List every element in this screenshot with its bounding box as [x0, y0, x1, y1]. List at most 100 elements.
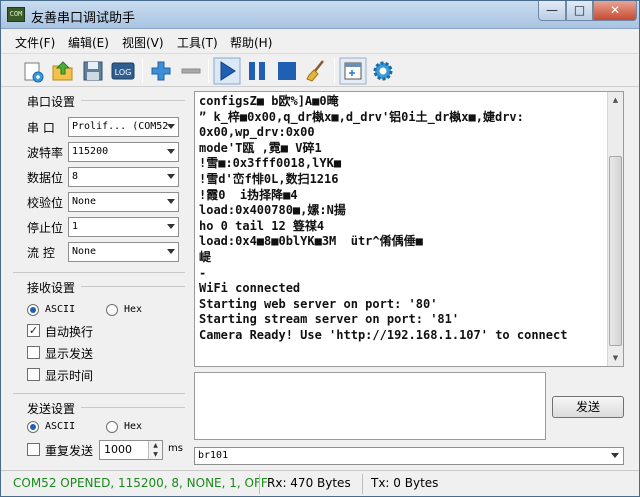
- menu-help[interactable]: 帮助(H): [230, 34, 272, 51]
- group-divider: [81, 100, 185, 101]
- stepper-up-icon[interactable]: ▲: [149, 441, 162, 450]
- receive-line: ho 0 tail 12 簦禖4: [199, 218, 325, 233]
- command-history-select[interactable]: br101: [194, 447, 624, 465]
- chevron-down-icon: [167, 224, 175, 229]
- flow-label: 流 控: [27, 246, 55, 260]
- parity-label: 校验位: [27, 196, 64, 210]
- chevron-down-icon: [167, 249, 175, 254]
- window-title: 友善串口调试助手: [31, 11, 136, 26]
- baud-label: 波特率: [27, 146, 64, 160]
- showtime-label: 显示时间: [45, 369, 94, 383]
- log-icon-label: LOG: [115, 68, 132, 77]
- open-folder-icon[interactable]: [49, 57, 77, 85]
- rx-count: Rx: 470 Bytes: [267, 476, 351, 490]
- showsend-label: 显示发送: [45, 347, 94, 361]
- receive-line: Camera Ready! Use 'http://192.168.1.107'…: [199, 327, 568, 342]
- receive-line: -: [199, 265, 207, 280]
- autowrap-checkbox[interactable]: ✓: [27, 324, 40, 337]
- databits-label: 数据位: [27, 171, 64, 185]
- receive-scrollbar[interactable]: ▲ ▼: [607, 92, 623, 366]
- new-session-icon[interactable]: [19, 57, 47, 85]
- receive-ascii-label: ASCII: [45, 304, 76, 315]
- databits-select-value: 8: [72, 171, 79, 182]
- receive-line: Starting stream server on port: '81': [199, 312, 460, 327]
- menu-tools[interactable]: 工具(T): [177, 34, 218, 51]
- flow-select[interactable]: None: [68, 242, 179, 262]
- repeat-interval-input[interactable]: 1000 ▲ ▼: [99, 440, 163, 460]
- parity-select[interactable]: None: [68, 192, 179, 212]
- status-divider: [362, 474, 363, 494]
- group-divider: [13, 272, 185, 273]
- menu-view[interactable]: 视图(V): [122, 34, 164, 51]
- scroll-thumb[interactable]: [609, 156, 622, 346]
- port-select[interactable]: Prolif... (COM52: [68, 117, 179, 137]
- send-hex-label: Hex: [124, 421, 143, 432]
- status-bar: COM52 OPENED, 115200, 8, NONE, 1, OFF Rx…: [1, 470, 639, 496]
- showtime-checkbox[interactable]: [27, 368, 40, 381]
- pause-icon[interactable]: [243, 57, 271, 85]
- baud-select[interactable]: 115200: [68, 142, 179, 162]
- receive-line: configsZ■ b欧%]A■0晻: [199, 94, 339, 108]
- repeat-interval-value: 1000: [104, 443, 132, 456]
- toolbar: LOG: [1, 53, 639, 87]
- status-divider: [259, 474, 260, 494]
- receive-text: configsZ■ b欧%]A■0晻” k_梓■0x00,q_dr槸x■,d_d…: [199, 94, 604, 344]
- receive-line: !霞0 i㧑择降■4: [199, 187, 298, 202]
- port-select-value: Prolif... (COM52: [72, 121, 169, 132]
- save-icon[interactable]: [79, 57, 107, 85]
- receive-line: 0x00,wp_drv:0x00: [199, 125, 315, 140]
- receive-line: ” k_梓■0x00,q_dr槸x■,d_drv'铝0i土_dr槸x■,婕drv…: [199, 109, 524, 124]
- settings-gear-icon[interactable]: [369, 57, 397, 85]
- menu-edit[interactable]: 编辑(E): [68, 34, 109, 51]
- chevron-down-icon: [167, 149, 175, 154]
- receive-line: !雪■:0x3fff0018,lYK■: [199, 156, 342, 171]
- maximize-button[interactable]: □: [566, 1, 593, 21]
- connection-status: COM52 OPENED, 115200, 8, NONE, 1, OFF: [13, 476, 268, 490]
- stopbits-select-value: 1: [72, 221, 79, 232]
- group-divider: [13, 393, 185, 394]
- send-textarea[interactable]: [194, 372, 546, 440]
- send-hex-radio[interactable]: [106, 421, 118, 433]
- new-window-icon[interactable]: [339, 57, 367, 85]
- send-ascii-radio[interactable]: [27, 421, 39, 433]
- send-ascii-label: ASCII: [45, 421, 76, 432]
- play-icon[interactable]: [213, 57, 241, 85]
- scroll-down-icon[interactable]: ▼: [608, 350, 623, 366]
- toolbar-separator: [334, 59, 335, 83]
- group-divider: [81, 407, 185, 408]
- clear-broom-icon[interactable]: [303, 57, 331, 85]
- interval-stepper[interactable]: ▲ ▼: [148, 441, 162, 459]
- flow-select-value: None: [72, 246, 97, 257]
- repeat-send-checkbox[interactable]: [27, 443, 40, 456]
- scroll-up-icon[interactable]: ▲: [608, 92, 623, 108]
- command-history-value: br101: [198, 450, 229, 461]
- send-button[interactable]: 发送: [552, 396, 624, 418]
- repeat-send-label: 重复发送: [45, 444, 94, 458]
- close-button[interactable]: ✕: [593, 1, 637, 21]
- title-bar[interactable]: COM 友善串口调试助手 — □ ✕: [1, 1, 639, 29]
- remove-icon[interactable]: [177, 57, 205, 85]
- receive-line: load:0x400780■,嫘:N揚: [199, 203, 346, 218]
- receive-ascii-radio[interactable]: [27, 304, 39, 316]
- stepper-down-icon[interactable]: ▼: [149, 450, 162, 459]
- log-icon[interactable]: LOG: [109, 57, 137, 85]
- tx-count: Tx: 0 Bytes: [371, 476, 439, 490]
- receive-line: 崼: [199, 249, 212, 264]
- stopbits-label: 停止位: [27, 221, 64, 235]
- stop-icon[interactable]: [273, 57, 301, 85]
- menu-file[interactable]: 文件(F): [15, 34, 55, 51]
- minimize-button[interactable]: —: [538, 1, 566, 21]
- receive-textarea[interactable]: configsZ■ b欧%]A■0晻” k_梓■0x00,q_dr槸x■,d_d…: [194, 91, 624, 367]
- stopbits-select[interactable]: 1: [68, 217, 179, 237]
- add-icon[interactable]: [147, 57, 175, 85]
- group-divider: [81, 286, 185, 287]
- databits-select[interactable]: 8: [68, 167, 179, 187]
- menu-bar: 文件(F) 编辑(E) 视图(V) 工具(T) 帮助(H): [1, 30, 639, 52]
- receive-line: Starting web server on port: '80': [199, 296, 438, 311]
- showsend-checkbox[interactable]: [27, 346, 40, 359]
- autowrap-label: 自动换行: [45, 325, 94, 339]
- receive-hex-radio[interactable]: [106, 304, 118, 316]
- app-icon: COM: [7, 7, 25, 22]
- baud-select-value: 115200: [72, 146, 109, 157]
- receive-hex-label: Hex: [124, 304, 143, 315]
